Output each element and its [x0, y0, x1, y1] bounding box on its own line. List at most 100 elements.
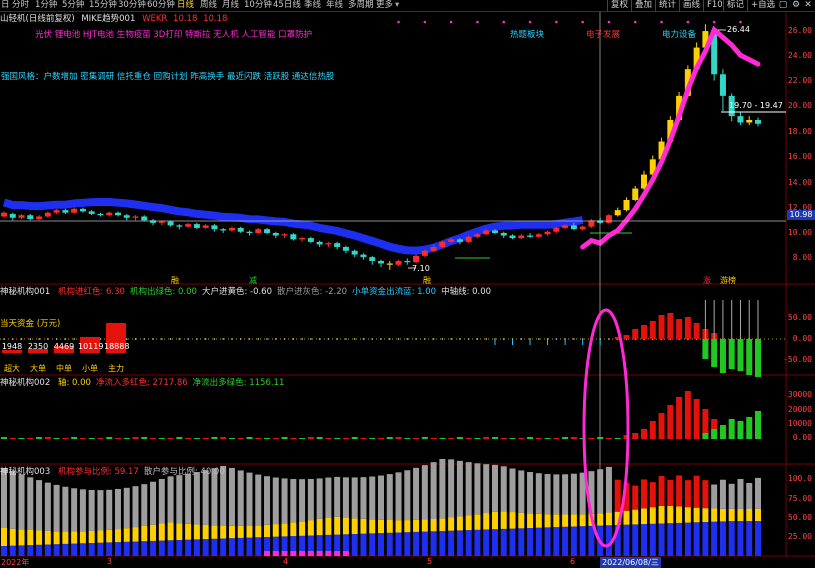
pane2-red-bar — [44, 437, 51, 439]
pane3-yellow-bar — [605, 512, 612, 526]
pane2-red-bar — [62, 438, 69, 439]
pane3-blue-bar — [114, 542, 121, 556]
candle-body — [307, 238, 314, 242]
pane3-blue-bar — [746, 521, 753, 556]
pane2-red-bar — [483, 437, 490, 439]
pane3-yellow-bar — [281, 523, 288, 537]
pane1-dot — [248, 338, 251, 340]
candle-body — [272, 233, 279, 236]
pane3-top-bar — [649, 482, 656, 508]
pane3-yellow-bar — [667, 505, 674, 524]
pane3-yellow-bar — [97, 530, 104, 543]
pane3-yellow-bar — [518, 512, 525, 529]
candle-body — [36, 216, 43, 220]
signal-dot — [686, 20, 690, 24]
candle-body — [378, 260, 384, 264]
pane3-top-bar — [255, 474, 262, 526]
pane3-magenta-bar — [299, 551, 306, 556]
pane3-blue-bar — [150, 540, 157, 556]
pane3-yellow-bar — [553, 514, 560, 528]
pane3-top-bar — [413, 467, 420, 520]
candle-body — [719, 74, 726, 96]
pane3-yellow-bar — [220, 525, 227, 539]
chart-canvas[interactable] — [0, 0, 815, 567]
candle-body — [237, 227, 244, 232]
pane1-dot — [555, 338, 558, 340]
pane3-magenta-bar — [307, 551, 314, 556]
pane3-top-bar — [509, 468, 516, 513]
pane3-blue-bar — [44, 544, 51, 556]
pane2-red-bar — [605, 438, 612, 439]
pane3-top-bar — [246, 472, 253, 526]
pane3-top-bar — [544, 474, 551, 515]
pane2-name: 神秘机构002 — [0, 378, 51, 388]
pane3-blue-bar — [360, 533, 367, 556]
pane3-blue-bar — [702, 522, 709, 556]
pane3-blue-bar — [509, 528, 516, 556]
pane3-top-bar — [9, 471, 16, 529]
pane2-red-bar — [342, 438, 349, 439]
pane2-y-tick-2: 10000 — [787, 419, 812, 428]
pane3-blue-bar — [500, 528, 507, 556]
pane3-top-bar — [395, 472, 402, 521]
pane1-item-2: 大户进黄色: -0.60 — [201, 287, 272, 297]
candle-body — [62, 210, 69, 213]
pane3-blue-bar — [518, 528, 525, 556]
pane1-dot — [520, 338, 523, 340]
pane3-blue-bar — [430, 531, 437, 556]
low-label: 7.10 — [412, 264, 430, 273]
candle-body — [325, 243, 332, 245]
pane3-yellow-bar — [141, 525, 148, 542]
pane3-yellow-bar — [658, 505, 665, 524]
pane3-blue-bar — [439, 531, 446, 556]
pane2-red-bar — [185, 438, 192, 439]
candle-body — [132, 216, 139, 218]
pane2-red-bar — [588, 438, 595, 439]
pane1-dot — [608, 338, 610, 340]
pane3-yellow-bar — [474, 514, 481, 530]
pane1-dot — [213, 338, 216, 340]
candle-body — [448, 239, 455, 242]
candle-body — [562, 225, 569, 228]
pane3-top-bar — [386, 474, 393, 521]
pane3-yellow-bar — [106, 529, 113, 543]
pane3-blue-bar — [553, 527, 560, 556]
pane3-top-bar — [360, 477, 367, 519]
pane1-dot — [187, 338, 189, 340]
pane2-red-bar — [167, 438, 174, 439]
pane3-blue-bar — [535, 527, 542, 556]
pane3-top-bar — [53, 484, 60, 532]
pane1-red-bar — [641, 325, 648, 339]
pane3-top-bar — [483, 464, 490, 514]
candle-body — [79, 208, 86, 212]
pane3-top-bar — [518, 470, 525, 513]
pane3-top-bar — [632, 485, 639, 510]
pane2-green-bar — [755, 411, 761, 439]
pane3-top-bar — [614, 479, 621, 512]
pane2-green-bar — [1, 437, 7, 439]
pane3-title: 神秘机构003 机构参与比例: 59.17 散户参与比例: 40.00 — [0, 467, 225, 478]
pane3-blue-bar — [141, 541, 148, 556]
pane3-top-bar — [448, 459, 455, 518]
pane3-top-bar — [185, 473, 192, 524]
pane2-green-bar — [728, 419, 735, 439]
pane3-blue-bar — [211, 538, 218, 556]
pane3-yellow-bar — [1, 528, 7, 546]
signal-dot — [660, 20, 663, 24]
pane2-green-bar — [281, 437, 288, 439]
pane3-yellow-bar — [386, 520, 393, 533]
candle-body — [211, 225, 218, 230]
pane2-item-1: 净流入多红色: 2717.86 — [95, 378, 188, 388]
candle-body — [614, 210, 621, 216]
candle-body — [53, 210, 60, 213]
pane1-green-bar — [746, 339, 753, 375]
pane1-dot — [134, 338, 137, 340]
pane3-top-bar — [728, 483, 735, 509]
pane2-red-bar — [255, 438, 262, 439]
candle-body — [264, 229, 271, 233]
pane3-top-bar — [570, 473, 577, 515]
pane3-yellow-bar — [597, 513, 604, 526]
pane2-green-bar — [351, 437, 358, 439]
pane2-title: 神秘机构002 轴: 0.00 净流入多红色: 2717.86 净流出多绿色: 11… — [0, 378, 284, 389]
candle-body — [220, 229, 227, 231]
